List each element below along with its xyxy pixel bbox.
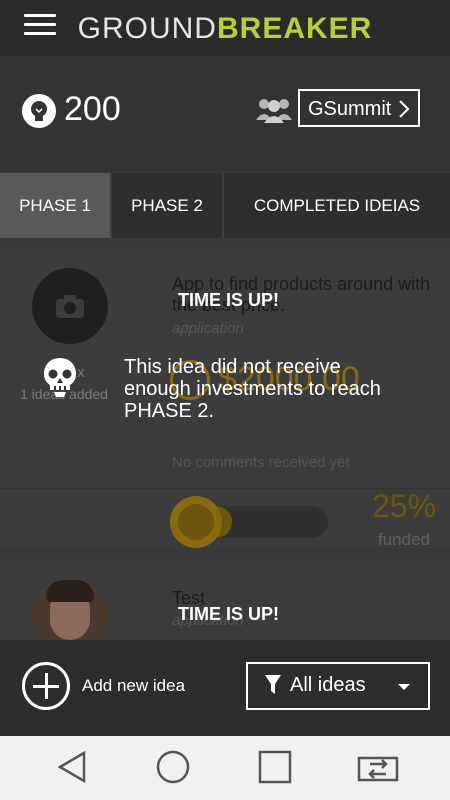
funded-percent: 25% — [372, 488, 437, 524]
tab-phase-1[interactable]: PHASE 1 — [0, 173, 112, 239]
event-label: GSummit — [308, 98, 392, 120]
tab-phase-2[interactable]: PHASE 2 — [112, 173, 224, 239]
recent-apps-icon[interactable] — [258, 750, 292, 784]
ideas-filter-select[interactable]: All ideas — [246, 662, 430, 710]
comments-status: No comments received yet — [172, 454, 350, 471]
add-idea-icon[interactable] — [22, 662, 70, 710]
top-bar: GROUNDBREAKER — [0, 0, 450, 56]
back-icon[interactable] — [56, 750, 88, 784]
avatar — [32, 578, 108, 640]
phase-tabs: PHASE 1 PHASE 2 COMPLETED IDEIAS — [0, 172, 450, 239]
home-icon[interactable] — [156, 750, 190, 784]
funded-label: funded — [378, 530, 430, 549]
bottom-action-bar: Add new idea All ideas — [0, 640, 450, 736]
avatar — [32, 268, 108, 344]
idea-card[interactable]: Test application — [0, 560, 450, 640]
overlay-message: This idea did not receive enough investm… — [124, 356, 381, 422]
system-nav-bar — [0, 736, 450, 800]
camera-icon — [56, 295, 84, 318]
chevron-down-icon — [398, 684, 410, 690]
app-logo: GROUNDBREAKER — [0, 12, 450, 46]
add-idea-label[interactable]: Add new idea — [82, 676, 185, 696]
switch-apps-icon[interactable] — [356, 750, 400, 784]
time-up-label: TIME IS UP! — [178, 290, 280, 310]
time-up-label: TIME IS UP! — [178, 604, 280, 624]
logo-breaker: BREAKER — [216, 12, 373, 45]
idea-category: application — [172, 320, 244, 337]
funding-coin-icon — [170, 496, 222, 548]
chevron-right-icon — [399, 100, 410, 118]
tab-completed-ideas[interactable]: COMPLETED IDEIAS — [224, 173, 450, 239]
filter-label: All ideas — [290, 674, 366, 696]
filter-icon — [265, 675, 281, 694]
lightbulb-icon — [22, 94, 56, 128]
skull-icon — [42, 356, 78, 403]
user-header: 200 GSummit — [0, 56, 450, 172]
group-icon — [254, 94, 294, 129]
event-selector-button[interactable]: GSummit — [298, 89, 420, 127]
logo-ground: GROUND — [77, 12, 217, 45]
points-count: 200 — [64, 90, 121, 128]
